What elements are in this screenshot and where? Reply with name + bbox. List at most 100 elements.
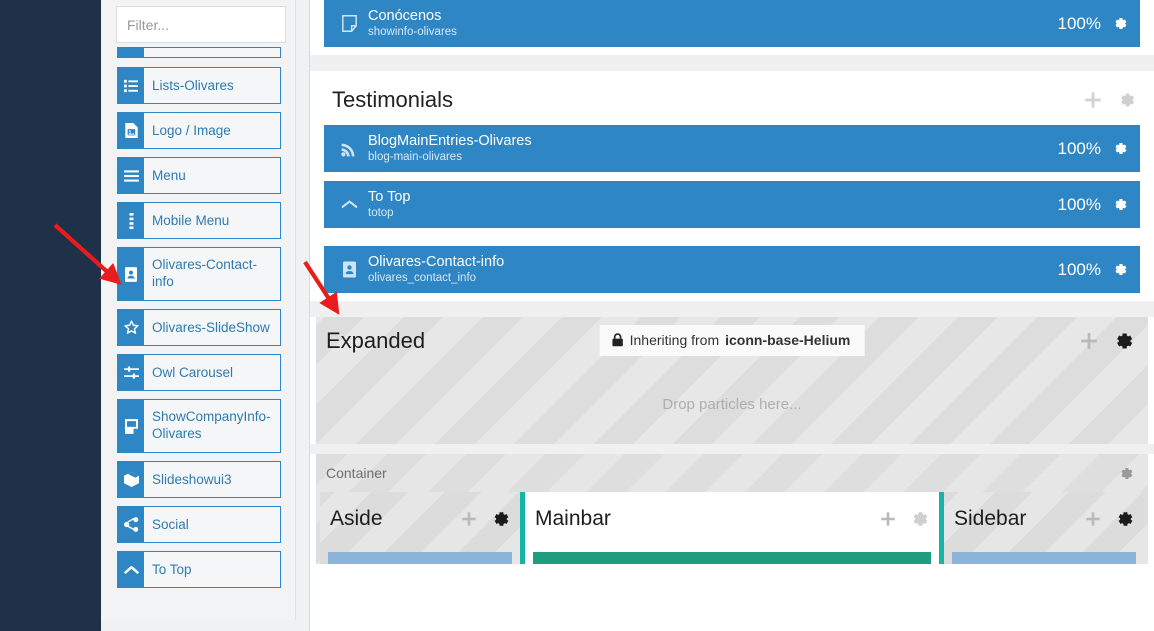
particle-item-partial[interactable] [117,47,281,58]
gear-icon[interactable] [490,509,510,529]
gear-icon[interactable] [1111,196,1128,213]
particle-width-percent[interactable]: 100% [1058,195,1101,215]
filter-input[interactable] [117,16,314,33]
particle-item-olivares-slideshow[interactable]: Olivares-SlideShow [117,309,281,346]
gear-icon[interactable] [1114,509,1134,529]
inheriting-source: iconn-base-Helium [725,332,851,348]
particle-item-showcompanyinfo-olivares[interactable]: ShowCompanyInfo-Olivares [117,399,281,453]
plus-icon[interactable] [460,510,478,528]
block-title: Testimonials [332,87,454,112]
cut-off-item-icon [118,48,144,57]
share-icon [118,507,144,542]
particle-subtitle: blog-main-olivares [368,151,462,163]
column-actions [879,509,929,529]
section-gap [310,55,1154,71]
particle-row-olivares-contact-info[interactable]: Olivares-Contact-info olivares_contact_i… [324,246,1140,293]
note-icon [334,15,364,32]
chevron-up-icon [118,552,144,587]
particle-title: Olivares-Contact-info [368,254,505,270]
chevron-up-icon [334,199,364,210]
column-sidebar-body: Sidebar [944,492,1144,564]
particle-title: To Top [368,189,411,205]
particle-list[interactable]: Lists-Olivares Logo / Image Menu Mobile … [101,47,296,612]
plus-icon[interactable] [879,510,897,528]
column-sidebar[interactable]: Sidebar [944,492,1144,564]
particle-row-actions: 100% [1058,260,1128,280]
plus-icon[interactable] [1079,331,1099,351]
particle-item-label [144,48,280,57]
particle-row-actions: 100% [1058,139,1128,159]
gear-icon[interactable] [1111,140,1128,157]
column-aside-body: Aside [320,492,520,564]
particle-subtitle: totop [368,207,394,219]
dots-vertical-icon [118,203,144,238]
particle-row-blogmainentries[interactable]: BlogMainEntries-Olivares blog-main-oliva… [324,125,1140,172]
particle-item-mobile-menu[interactable]: Mobile Menu [117,202,281,239]
particle-row-actions: 100% [1058,195,1128,215]
gear-icon[interactable] [909,509,929,529]
particle-item-label: Olivares-SlideShow [152,320,270,335]
left-navy-rail [0,0,101,631]
particle-item-label: Slideshowui3 [152,472,232,487]
particle-width-percent[interactable]: 100% [1058,14,1101,34]
list-icon [118,68,144,103]
block-top-partial: Conócenos showinfo-olivares 100% [316,0,1148,55]
block-actions [1083,90,1136,110]
particle-width-percent[interactable]: 100% [1058,260,1101,280]
gear-icon[interactable] [1112,330,1134,352]
filter-field-wrap[interactable] [116,6,329,43]
inheriting-text: Inheriting from [629,332,720,348]
section-actions [1079,330,1134,352]
particle-item-label: To Top [152,562,192,577]
particle-item-olivares-contact-info[interactable]: Olivares-Contact-info [117,247,281,301]
particle-item-social[interactable]: Social [117,506,281,543]
particle-row-totop[interactable]: To Top totop 100% [324,181,1140,228]
column-aside-header: Aside [320,492,520,546]
drop-hint-text: Drop particles here... [662,396,802,413]
column-mainbar[interactable]: Mainbar [525,492,939,564]
plus-icon[interactable] [1083,90,1103,110]
particle-row-text: BlogMainEntries-Olivares blog-main-oliva… [364,133,1058,164]
page-root: Lists-Olivares Logo / Image [0,0,1154,631]
particle-item-label: Olivares-Contact-info [152,257,258,289]
particle-width-percent[interactable]: 100% [1058,139,1101,159]
particle-row-conocenos[interactable]: Conócenos showinfo-olivares 100% [324,0,1140,47]
inheriting-badge: Inheriting from iconn-base-Helium [599,325,865,356]
column-particle-stub[interactable] [533,552,931,564]
particle-item-lists-olivares[interactable]: Lists-Olivares [117,67,281,104]
column-aside[interactable]: Aside [320,492,520,564]
column-particle-stub[interactable] [952,552,1136,564]
particle-item-to-top[interactable]: To Top [117,551,281,588]
gear-icon[interactable] [1117,465,1134,482]
star-icon [118,310,144,345]
hamburger-icon [118,158,144,193]
gear-icon[interactable] [1111,261,1128,278]
column-mainbar-header: Mainbar [525,492,939,546]
column-particle-stub[interactable] [328,552,512,564]
particle-item-logo-image[interactable]: Logo / Image [117,112,281,149]
drop-zone-expanded[interactable]: Drop particles here... [316,365,1148,444]
section-container-header: Container [316,454,1148,492]
column-title: Mainbar [535,507,611,530]
section-container: Container Aside Mainbar Sidebar [316,454,1148,564]
box-icon [118,462,144,497]
sliders-icon [118,355,144,390]
particle-item-menu[interactable]: Menu [117,157,281,194]
lock-icon [612,333,624,347]
particle-row-text: Olivares-Contact-info olivares_contact_i… [364,254,1058,285]
particle-item-label: Lists-Olivares [152,78,234,93]
particle-title: BlogMainEntries-Olivares [368,133,532,149]
rss-icon [334,141,364,157]
particle-row-actions: 100% [1058,14,1128,34]
particle-item-owl-carousel[interactable]: Owl Carousel [117,354,281,391]
block-testimonials: Testimonials BlogMainEntries-Olivares bl… [316,71,1148,301]
gear-icon[interactable] [1116,90,1136,110]
plus-icon[interactable] [1084,510,1102,528]
gear-icon[interactable] [1111,15,1128,32]
particle-item-label: Menu [152,168,186,183]
particle-title: Conócenos [368,8,442,24]
column-sidebar-header: Sidebar [944,492,1144,546]
particle-row-text: Conócenos showinfo-olivares [364,8,1058,39]
section-gap [310,301,1154,317]
particle-item-slideshowui3[interactable]: Slideshowui3 [117,461,281,498]
